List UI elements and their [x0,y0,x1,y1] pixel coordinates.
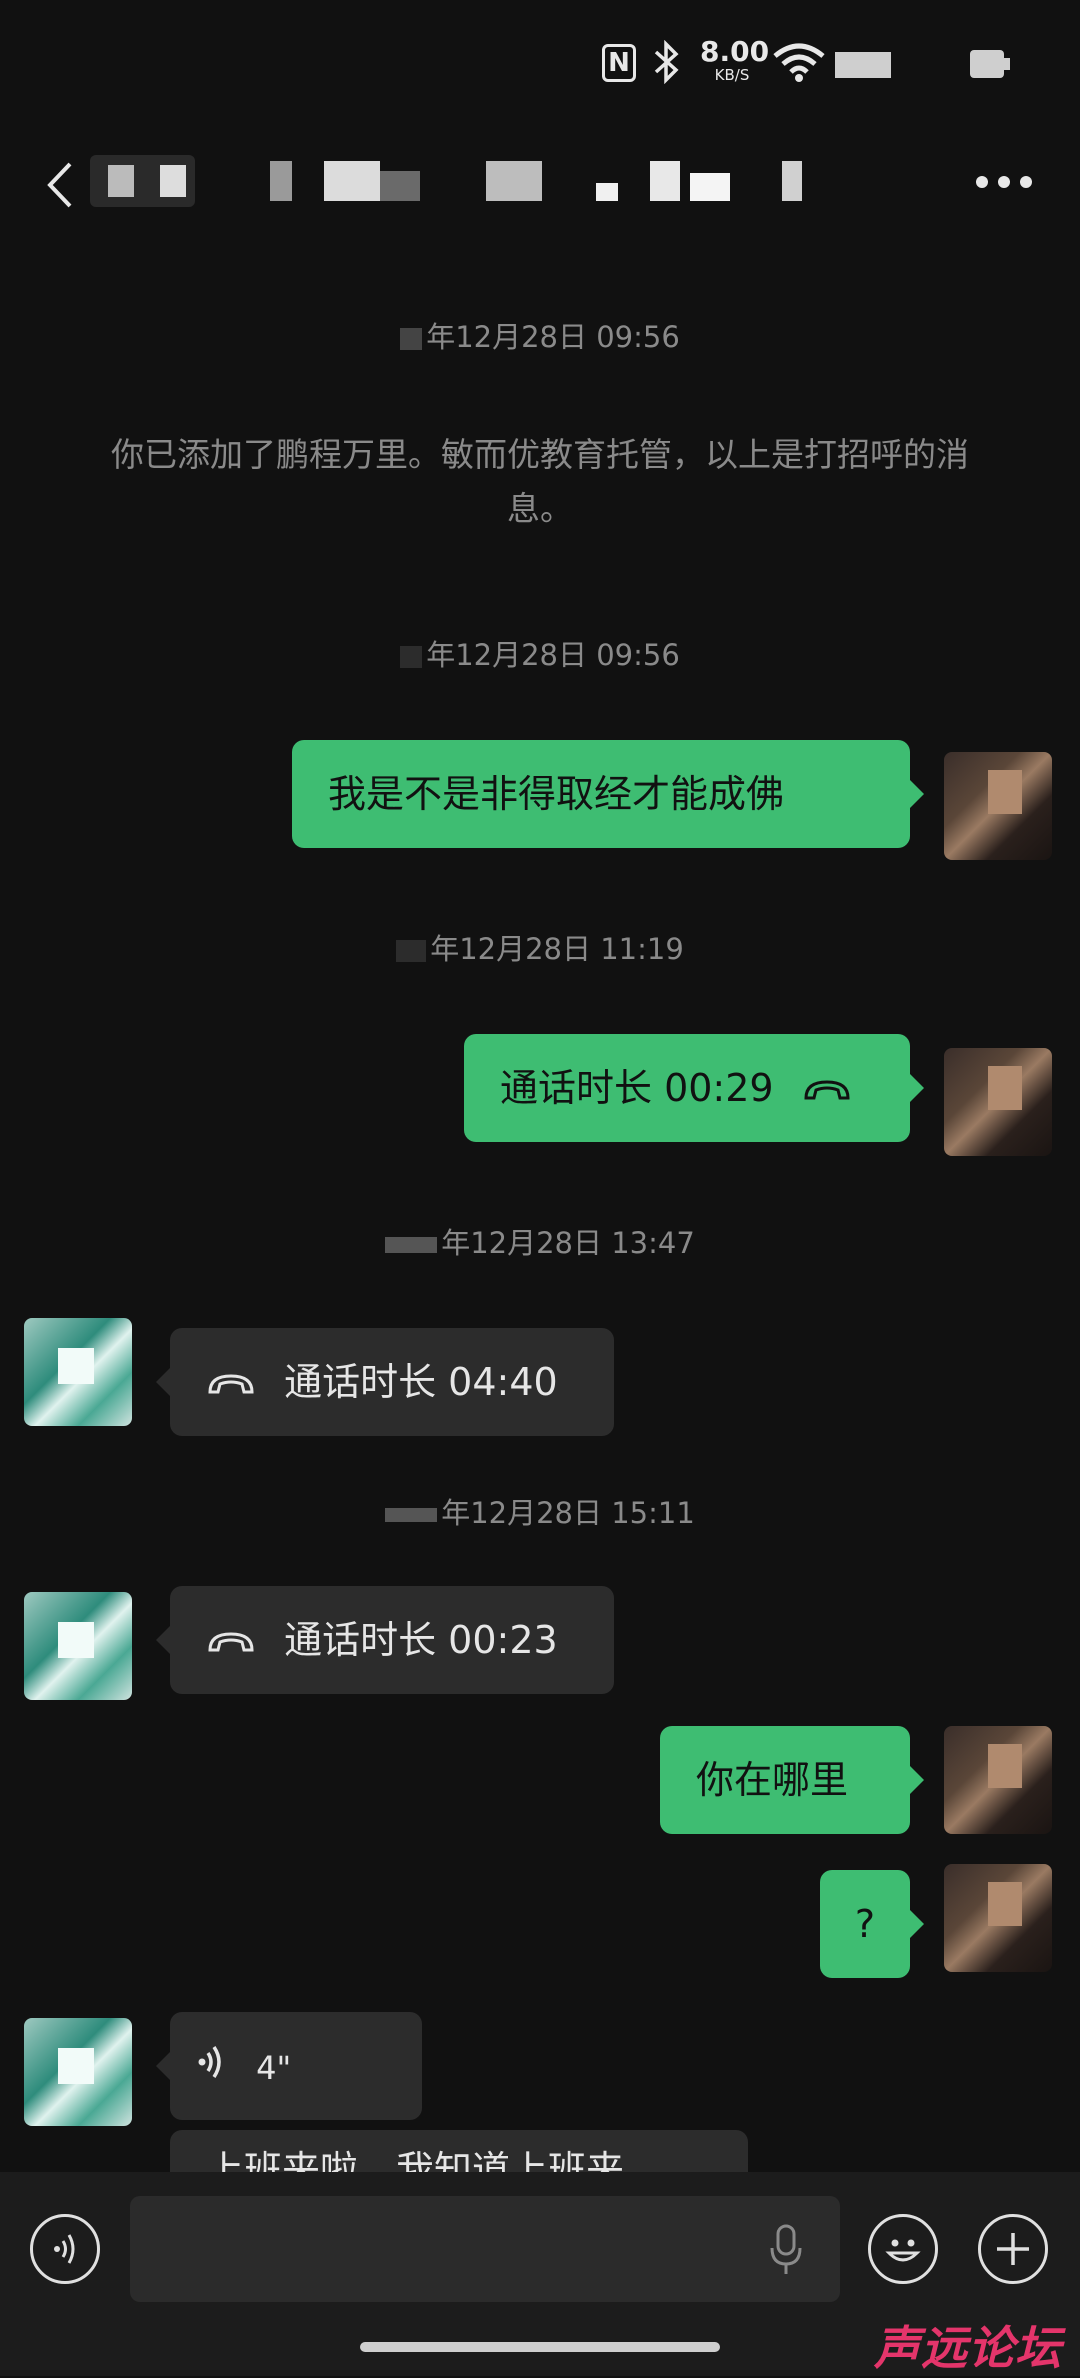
year-mask [396,940,427,962]
year-mask [400,646,423,668]
my-avatar[interactable] [944,1864,1052,1972]
chevron-left-icon [47,162,72,208]
call-duration-text: 通话时长 00:29 [500,1066,774,1110]
bluetooth-icon [650,39,684,94]
incoming-voice-message[interactable]: 4" [156,2012,422,2123]
incoming-call-record[interactable]: 通话时长 00:23 [156,1586,614,1697]
year-mask [385,1237,438,1253]
microphone-icon[interactable] [766,2222,806,2282]
message-text: 你在哪里 [696,1758,849,1802]
network-speed: 8.00 KB/S [700,35,770,84]
speed-unit: KB/S [714,66,750,84]
battery-icon [970,50,1012,78]
timestamp: 年12月28日 11:19 [0,926,1080,968]
back-button[interactable] [38,160,88,210]
incoming-message-partial[interactable]: 上班来啦，我知道上班来 [170,2130,748,2172]
contact-avatar[interactable] [24,1592,132,1700]
nfc-icon: N [602,44,636,82]
phone-hangup-icon [802,1037,852,1145]
call-duration-text: 通话时长 04:40 [284,1360,558,1404]
wifi-icon [772,42,826,86]
emoji-button[interactable] [868,2214,938,2284]
smiley-icon [885,2239,921,2262]
contact-name-obscured [90,155,195,207]
voice-wave-icon [54,2234,75,2264]
contact-avatar[interactable] [24,1318,132,1426]
year-mask [385,1508,438,1522]
incoming-call-record[interactable]: 通话时长 04:40 [156,1328,614,1439]
message-input[interactable] [130,2196,840,2302]
outgoing-call-record[interactable]: 通话时长 00:29 [464,1034,924,1145]
more-actions-button[interactable] [978,2214,1048,2284]
message-text: 我是不是非得取经才能成佛 [328,772,785,816]
outgoing-message[interactable]: 你在哪里 [660,1726,924,1834]
outgoing-message[interactable]: 我是不是非得取经才能成佛 [292,740,924,848]
message-text: 上班来啦，我知道上班来 [206,2148,625,2172]
voice-input-toggle[interactable] [30,2214,100,2284]
voice-wave-icon [196,2015,226,2123]
watermark: 声远论坛 [874,2321,1062,2375]
signal-icon [835,52,891,78]
timestamp: 年12月28日 13:47 [0,1220,1080,1262]
my-avatar[interactable] [944,1048,1052,1156]
home-indicator[interactable] [360,2342,720,2352]
phone-hangup-icon [206,1589,256,1697]
phone-hangup-icon [206,1331,256,1439]
timestamp: 年12月28日 09:56 [0,314,1080,356]
voice-duration: 4" [256,2049,292,2087]
year-mask [400,328,423,350]
timestamp: 年12月28日 09:56 [0,632,1080,674]
status-bar: N 8.00 KB/S [0,0,1080,130]
speed-value: 8.00 [700,35,770,68]
contact-title-obscured [270,155,810,207]
more-options-button[interactable] [976,176,1032,190]
contact-avatar[interactable] [24,2018,132,2126]
timestamp: 年12月28日 15:11 [0,1490,1080,1532]
system-notice: 你已添加了鹏程万里。敏而优教育托管，以上是打招呼的消息。 [111,435,969,528]
message-text: ? [854,1902,876,1946]
outgoing-message[interactable]: ? [820,1870,924,1978]
my-avatar[interactable] [944,1726,1052,1834]
call-duration-text: 通话时长 00:23 [284,1618,558,1662]
my-avatar[interactable] [944,752,1052,860]
plus-icon [997,2233,1029,2265]
